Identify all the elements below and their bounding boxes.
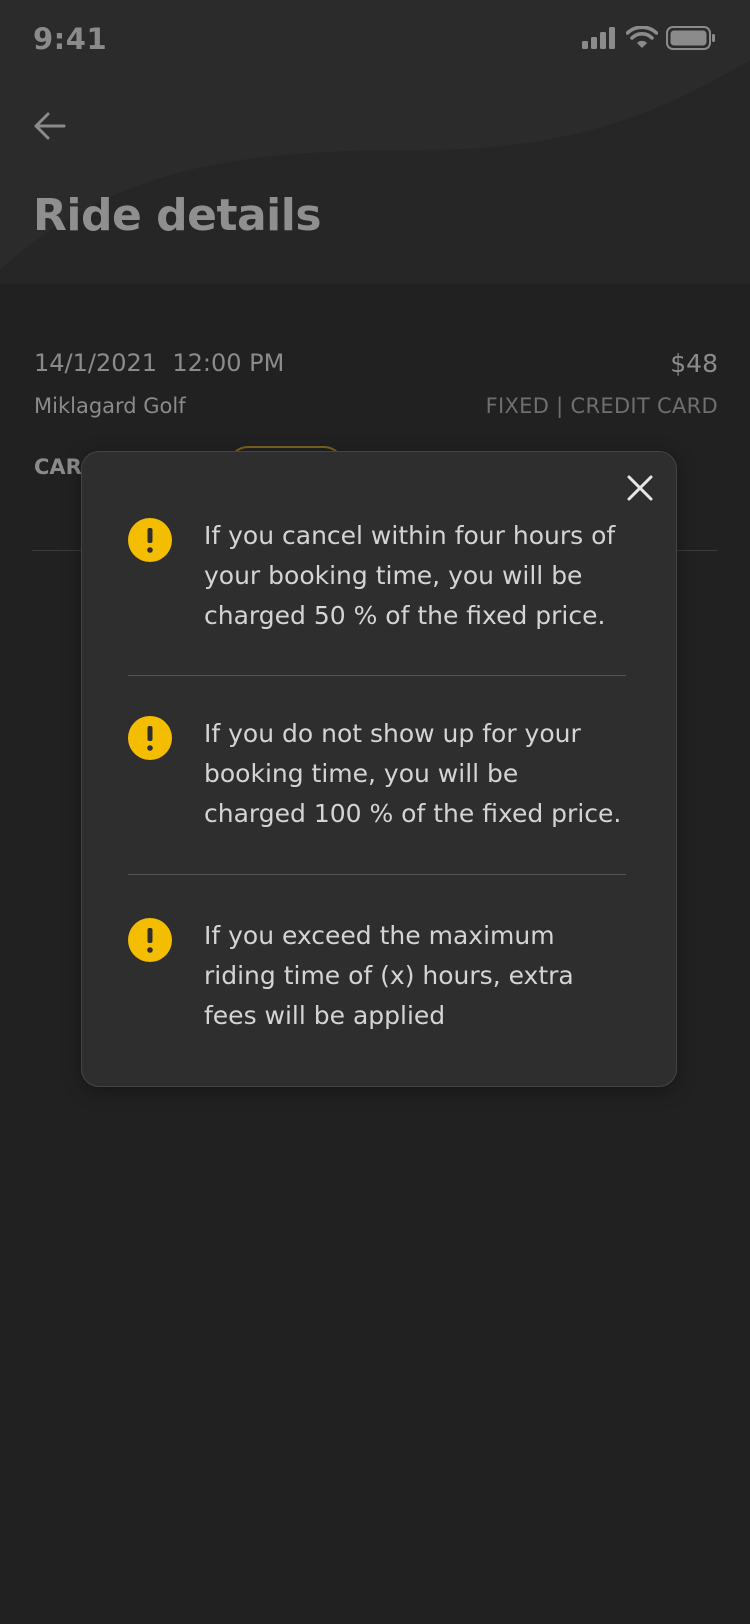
close-icon <box>627 475 653 501</box>
ride-date: 14/1/2021 <box>34 349 158 377</box>
close-button[interactable] <box>620 468 660 508</box>
notice-item: If you exceed the maximum riding time of… <box>128 916 630 1046</box>
header: 9:41 Ride details <box>0 0 750 284</box>
status-icons <box>582 26 716 50</box>
notice-divider <box>128 675 626 676</box>
notice-text: If you exceed the maximum riding time of… <box>204 921 574 1030</box>
status-time: 9:41 <box>33 22 108 56</box>
battery-icon <box>666 26 715 50</box>
ride-payment-type: FIXED | CREDIT CARD <box>485 394 718 418</box>
notice-divider <box>128 874 626 875</box>
warning-icon <box>128 716 172 760</box>
ride-price: $48 <box>670 349 718 378</box>
ride-time: 12:00 PM <box>172 349 285 377</box>
ride-datetime: 14/1/2021 12:00 PM <box>34 349 718 377</box>
notice-text: If you do not show up for your booking t… <box>204 719 622 828</box>
warning-icon <box>128 918 172 962</box>
wifi-icon <box>626 26 658 48</box>
status-bar: 9:41 <box>0 0 750 88</box>
warning-icon <box>128 518 172 562</box>
notice-item: If you cancel within four hours of your … <box>128 516 630 646</box>
notice-text: If you cancel within four hours of your … <box>204 521 616 630</box>
back-button[interactable] <box>30 106 70 146</box>
cancellation-policy-modal: If you cancel within four hours of your … <box>81 451 677 1087</box>
cellular-signal-icon <box>582 27 615 49</box>
notice-item: If you do not show up for your booking t… <box>128 714 630 844</box>
page-title: Ride details <box>33 190 322 241</box>
arrow-left-icon <box>34 112 66 140</box>
